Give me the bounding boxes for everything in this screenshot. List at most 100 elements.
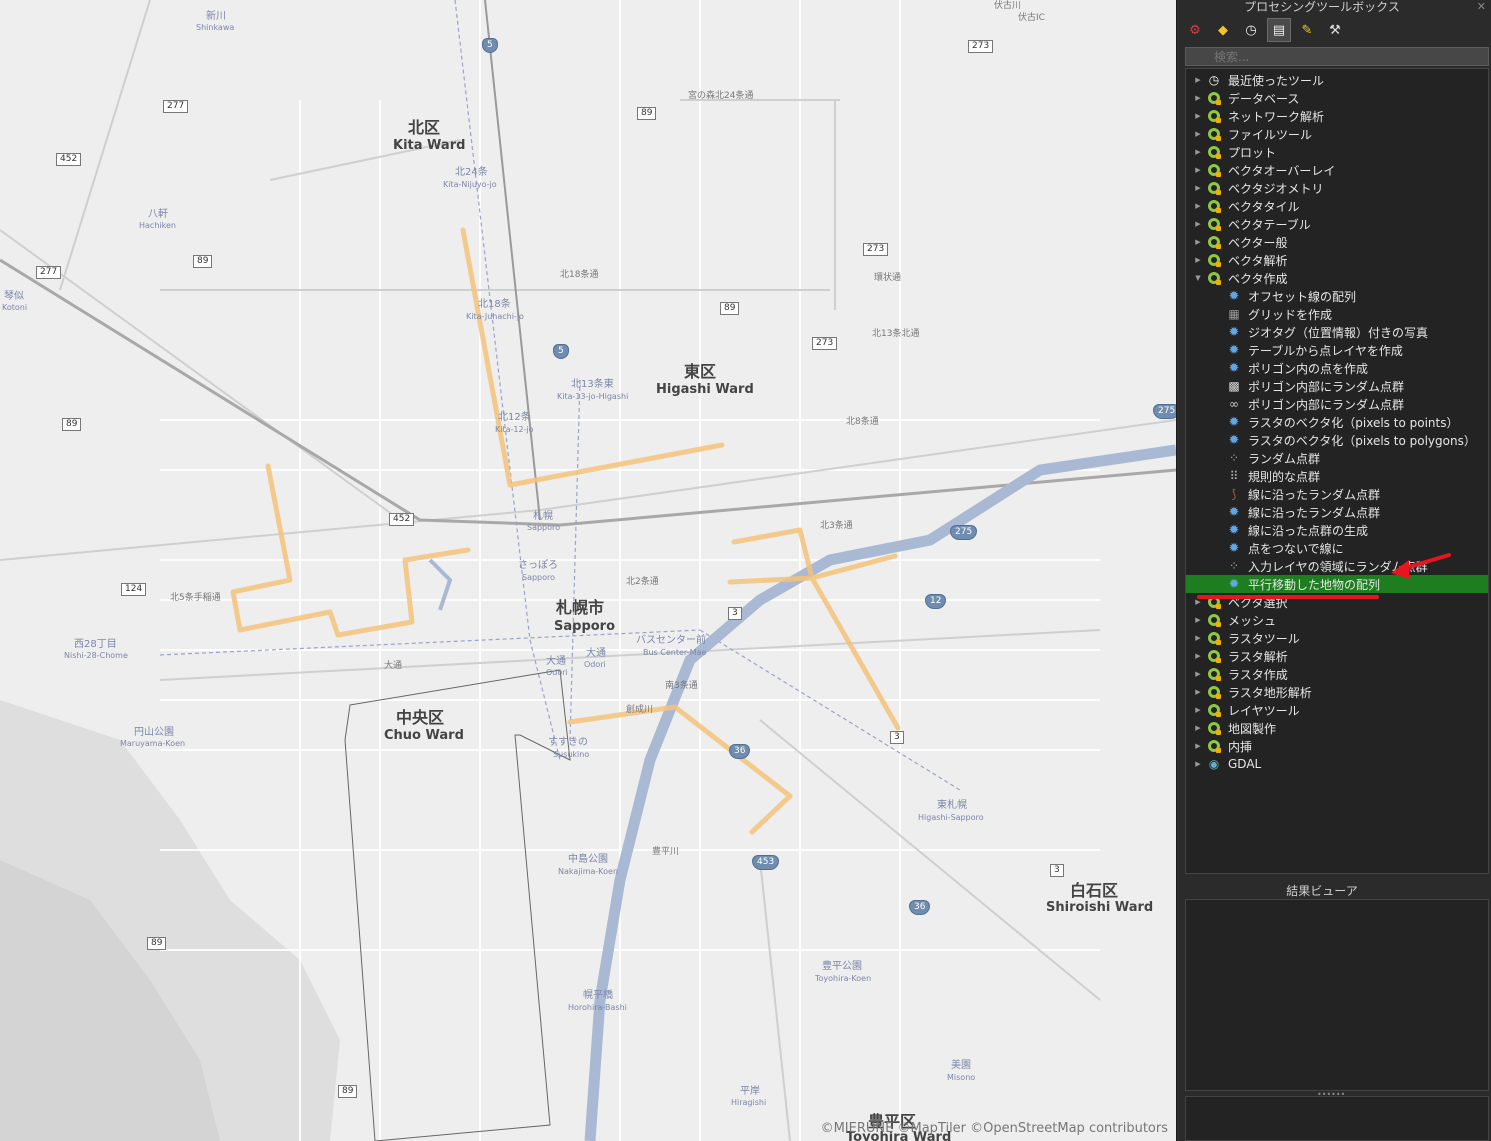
route-shield: 89 — [637, 107, 657, 120]
tree-item-label: GDAL — [1228, 757, 1262, 771]
station-label-en: Nakajima-Koen — [558, 867, 619, 876]
station-label: 中島公園 — [568, 854, 608, 865]
tree-item-label: ラスタ解析 — [1228, 649, 1288, 664]
street-label: 北8条通 — [846, 417, 879, 427]
station-label: 美園 — [951, 1060, 971, 1071]
collapsed-arrow-icon[interactable]: ▶ — [1190, 706, 1206, 714]
route-shield: 273 — [863, 243, 889, 256]
qgis-provider-icon — [1206, 738, 1222, 754]
route-shield: 452 — [389, 513, 415, 526]
tree-item-label: 内挿 — [1228, 739, 1253, 754]
station-label-en: Sapporo — [522, 573, 556, 582]
street-label: 宮の森北24条通 — [688, 91, 754, 101]
route-shield: 275 — [1153, 404, 1176, 419]
collapsed-arrow-icon[interactable]: ▶ — [1190, 670, 1206, 678]
tree-group[interactable]: ▶ レイヤツール — [1186, 701, 1488, 719]
station-label: 北12条 — [498, 412, 531, 423]
route-shield: 275 — [950, 525, 978, 540]
route-shield: 452 — [56, 153, 82, 166]
tree-group[interactable]: ▶ ◉ GDAL — [1186, 755, 1488, 773]
tree-group[interactable]: ▶ 地図製作 — [1186, 719, 1488, 737]
station-label-en: Hachiken — [139, 221, 176, 230]
route-shield: 124 — [121, 583, 147, 596]
city-sapporo-ja: 札幌市 — [556, 598, 605, 617]
district-chuo-ja: 中央区 — [396, 708, 445, 727]
station-label-en: Kita-Juhachi-jo — [466, 312, 524, 321]
collapsed-arrow-icon[interactable]: ▶ — [1190, 634, 1206, 642]
station-label-en: Higashi-Sapporo — [918, 813, 984, 822]
gdal-icon: ◉ — [1208, 757, 1220, 771]
station-label-en: Horohira-Bashi — [568, 1003, 627, 1012]
results-viewer-secondary[interactable] — [1185, 1096, 1489, 1141]
city-sapporo-en: Sapporo — [554, 619, 616, 634]
street-label: 南3条通 — [665, 681, 698, 691]
street-label: 環状通 — [874, 273, 902, 283]
street-label: 北13条北通 — [872, 329, 920, 339]
street-label: 大通 — [384, 661, 403, 671]
station-label-en: Kotoni — [2, 303, 28, 312]
route-shield: 3 — [1050, 864, 1064, 877]
street-label: 伏古IC — [1018, 13, 1045, 23]
map-canvas[interactable]: 北区 Kita Ward 東区 Higashi Ward 中央区 Chuo Wa… — [0, 0, 1176, 1141]
station-label: バスセンター前 — [636, 635, 706, 646]
route-shield: 3 — [728, 607, 742, 620]
collapsed-arrow-icon[interactable]: ▶ — [1190, 742, 1206, 750]
street-label: 豊平川 — [652, 847, 680, 857]
tree-group[interactable]: ▶ メッシュ — [1186, 611, 1488, 629]
qgis-provider-icon — [1206, 612, 1222, 628]
station-label-en: Kita-13-jo-Higashi — [557, 392, 629, 401]
station-label: 豊平公園 — [822, 961, 862, 972]
station-label: 円山公園 — [134, 727, 174, 738]
station-label: 新川 — [206, 11, 226, 22]
tree-item-label: ラスタ地形解析 — [1228, 685, 1312, 700]
collapsed-arrow-icon[interactable]: ▶ — [1190, 724, 1206, 732]
district-higashi-ja: 東区 — [684, 362, 717, 381]
collapsed-arrow-icon[interactable]: ▶ — [1190, 760, 1206, 768]
station-label: 北24条 — [455, 167, 488, 178]
collapsed-arrow-icon[interactable]: ▶ — [1190, 652, 1206, 660]
district-shiroishi-en: Shiroishi Ward — [1046, 900, 1154, 915]
qgis-provider-icon — [1206, 630, 1222, 646]
route-shield: 89 — [147, 937, 167, 950]
station-label-en: Hiragishi — [731, 1098, 767, 1107]
station-label-en: Kita-Nijuyo-jo — [443, 180, 497, 189]
street-label: 伏古川 — [994, 1, 1022, 11]
station-label: 大通 — [546, 656, 566, 667]
route-shield: 273 — [812, 337, 838, 350]
route-shield: 89 — [193, 255, 213, 268]
station-label-en: Susukino — [553, 750, 590, 759]
map-attribution: ©MIERUNE ©MapTiler ©OpenStreetMap contri… — [820, 1121, 1168, 1136]
tree-group[interactable]: ▶ ラスタ地形解析 — [1186, 683, 1488, 701]
results-viewer[interactable] — [1185, 899, 1489, 1091]
collapsed-arrow-icon[interactable]: ▶ — [1190, 616, 1206, 624]
qgis-provider-icon — [1206, 684, 1222, 700]
station-label: 西28丁目 — [74, 639, 117, 650]
district-higashi-en: Higashi Ward — [656, 382, 754, 397]
collapsed-arrow-icon[interactable]: ▶ — [1190, 688, 1206, 696]
tree-group[interactable]: ▶ ラスタツール — [1186, 629, 1488, 647]
route-shield: 3 — [890, 731, 904, 744]
station-label: 平岸 — [740, 1086, 760, 1097]
tree-item-label: メッシュ — [1228, 613, 1277, 628]
station-label-en: Odori — [584, 660, 606, 669]
station-label: 北18条 — [478, 299, 511, 310]
map-graphics — [0, 0, 1176, 1141]
station-label: 大通 — [586, 648, 606, 659]
qgis-provider-icon — [1206, 720, 1222, 736]
street-label: 北5条手稲通 — [170, 593, 221, 603]
station-label-en: Maruyama-Koen — [120, 739, 186, 748]
station-label-en: Toyohira-Koen — [815, 974, 872, 983]
station-label: すすきの — [548, 737, 588, 748]
station-label-en: Nishi-28-Chome — [64, 651, 128, 660]
route-shield: 89 — [720, 302, 740, 315]
tree-group[interactable]: ▶ ラスタ解析 — [1186, 647, 1488, 665]
tree-group[interactable]: ▶ ラスタ作成 — [1186, 665, 1488, 683]
district-kita-en: Kita Ward — [393, 138, 466, 153]
district-shiroishi-ja: 白石区 — [1070, 881, 1119, 900]
street-label: 創成川 — [626, 705, 654, 715]
route-shield: 277 — [163, 100, 189, 113]
tree-group[interactable]: ▶ 内挿 — [1186, 737, 1488, 755]
station-label-en: Kita-12-jo — [495, 425, 534, 434]
street-label: 北3条通 — [820, 521, 853, 531]
station-label: 幌平橋 — [583, 990, 613, 1001]
